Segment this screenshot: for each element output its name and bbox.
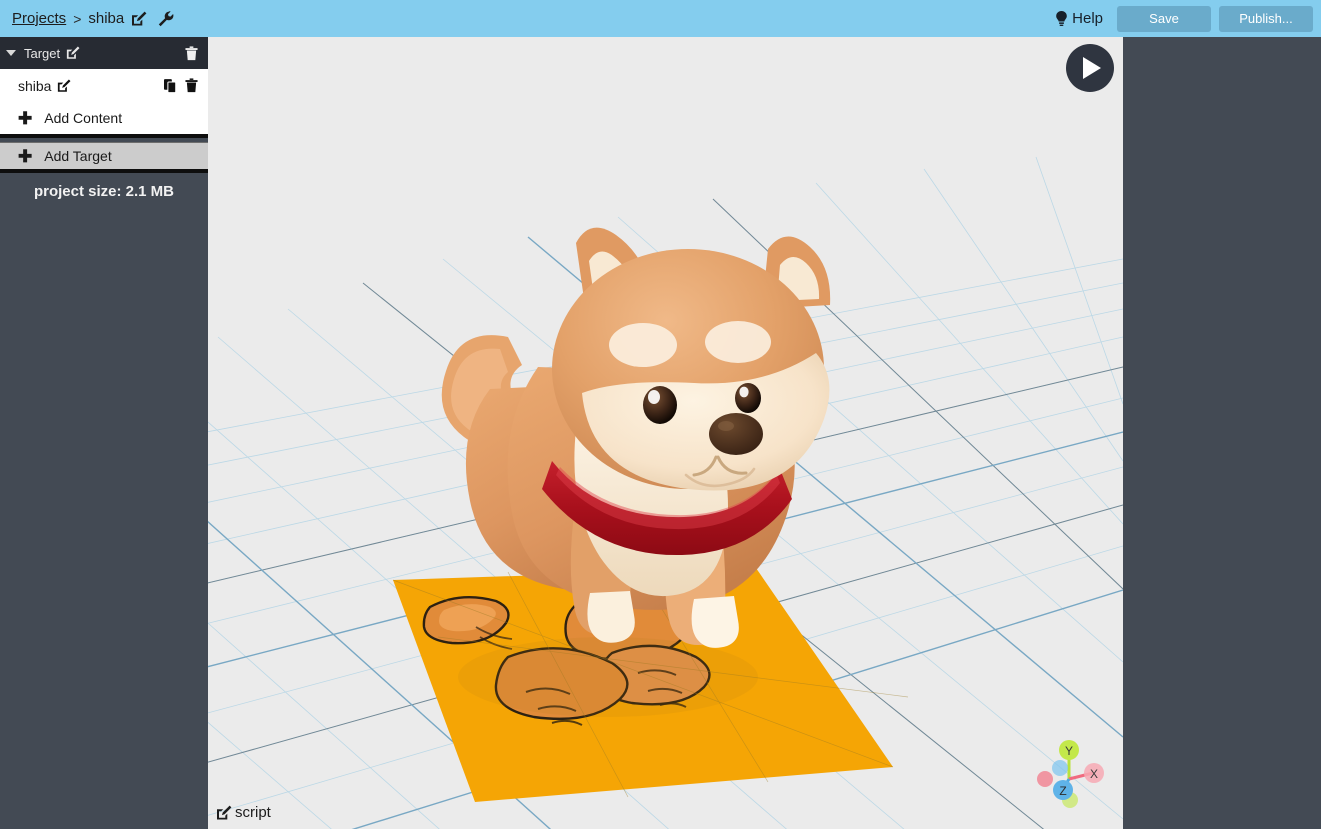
edit-square-icon[interactable] bbox=[131, 11, 147, 27]
play-button[interactable] bbox=[1066, 44, 1114, 92]
list-item[interactable]: shiba bbox=[0, 69, 208, 102]
breadcrumb-current-project: shiba bbox=[88, 10, 125, 27]
help-button[interactable]: Help bbox=[1055, 10, 1103, 27]
header-actions: Help Save Publish... bbox=[1055, 0, 1313, 37]
edit-square-icon[interactable] bbox=[66, 46, 80, 60]
gizmo-x-negative[interactable] bbox=[1037, 771, 1053, 787]
wrench-icon[interactable] bbox=[158, 10, 174, 27]
script-label: script bbox=[235, 804, 271, 821]
add-content-label: Add Content bbox=[44, 110, 123, 126]
publish-button[interactable]: Publish... bbox=[1219, 5, 1313, 32]
sidebar: Target shiba ✚ Add Content ✚ Add Target … bbox=[0, 37, 208, 829]
project-size-label: project size: 2.1 MB bbox=[33, 182, 175, 200]
plus-icon: ✚ bbox=[18, 146, 33, 166]
play-button-icon bbox=[1083, 57, 1101, 79]
lightbulb-icon bbox=[1055, 10, 1068, 27]
trash-icon[interactable] bbox=[185, 78, 198, 93]
right-panel bbox=[1123, 37, 1321, 829]
gizmo-z-negative[interactable] bbox=[1052, 760, 1068, 776]
edit-square-icon bbox=[216, 805, 232, 821]
breadcrumb: Projects > shiba bbox=[12, 10, 174, 27]
app-root: Projects > shiba Help Save Publish... Ta… bbox=[0, 0, 1321, 829]
copy-icon[interactable] bbox=[164, 78, 176, 93]
breadcrumb-projects-link[interactable]: Projects bbox=[12, 10, 66, 27]
save-button[interactable]: Save bbox=[1117, 5, 1211, 32]
caret-down-icon[interactable] bbox=[6, 50, 16, 56]
gizmo-x-label: X bbox=[1090, 767, 1098, 781]
app-header: Projects > shiba Help Save Publish... bbox=[0, 0, 1321, 37]
script-button[interactable]: script bbox=[216, 804, 271, 821]
target-label: Target bbox=[24, 45, 61, 61]
add-target-label: Add Target bbox=[44, 148, 112, 164]
add-target-button[interactable]: ✚ Add Target bbox=[0, 142, 208, 173]
content-row-actions bbox=[164, 78, 198, 93]
axis-gizmo[interactable]: X Y Z bbox=[1025, 737, 1105, 817]
gizmo-y-label: Y bbox=[1065, 744, 1073, 758]
3d-viewport[interactable]: script X Y Z bbox=[208, 37, 1123, 829]
add-content-button[interactable]: ✚ Add Content bbox=[0, 102, 208, 134]
help-label: Help bbox=[1072, 10, 1103, 27]
gizmo-z-label: Z bbox=[1059, 784, 1066, 798]
plus-icon: ✚ bbox=[18, 108, 33, 128]
edit-square-icon[interactable] bbox=[57, 79, 71, 93]
content-item-label: shiba bbox=[18, 77, 52, 94]
perspective-grid bbox=[208, 37, 1123, 829]
target-content-panel: shiba ✚ Add Content bbox=[0, 69, 208, 138]
target-header-row: Target bbox=[0, 37, 208, 69]
breadcrumb-separator: > bbox=[73, 10, 82, 27]
target-group: Target shiba ✚ Add Content bbox=[0, 37, 208, 138]
trash-icon[interactable] bbox=[185, 45, 198, 61]
